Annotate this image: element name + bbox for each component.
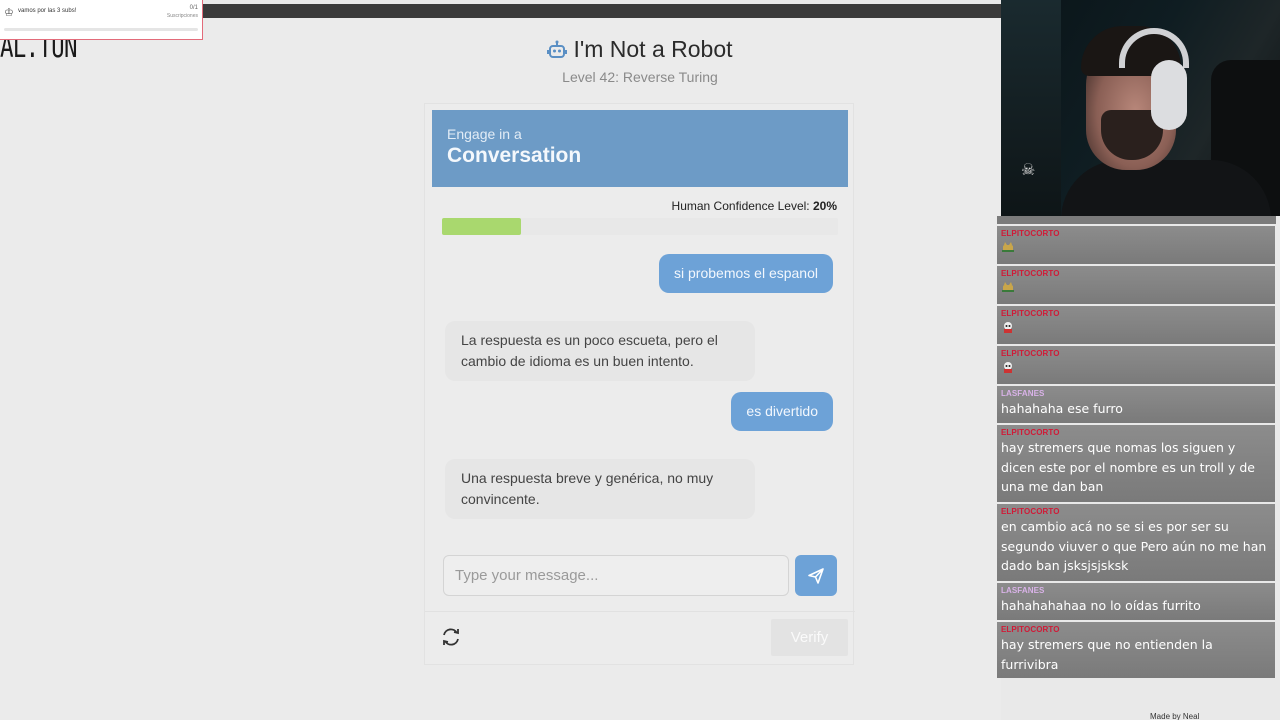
card-eyebrow: Engage in a [447, 126, 522, 142]
conversation-log: si probemos el espanol La respuesta es u… [425, 244, 855, 519]
chat-username: ELPITOCORTO [1001, 269, 1060, 278]
webcam-background-shelf [1001, 0, 1061, 216]
card-heading: Conversation [447, 144, 582, 167]
bot-message: Una respuesta breve y genérica, no muy c… [445, 459, 755, 519]
level-subtitle: Level 42: Reverse Turing [562, 69, 718, 85]
chat-message: ELPITOCORTO [997, 346, 1275, 384]
chat-username: ELPITOCORTO [1001, 507, 1060, 516]
sub-goal-text: vamos por las 3 subs! [18, 8, 77, 14]
headphone-earcup [1151, 60, 1187, 130]
chat-text: en cambio acá no se si es por ser su seg… [1001, 519, 1267, 573]
message-composer [443, 555, 839, 597]
skull-emote-icon [1004, 322, 1012, 333]
bot-message: La respuesta es un poco escueta, pero el… [445, 321, 755, 381]
card-divider [425, 611, 855, 612]
webcam-person-body [1061, 160, 1271, 216]
chat-message: ELPITOCORTO hay stremers que no entiende… [997, 622, 1275, 678]
refresh-button[interactable] [440, 626, 462, 648]
chat-message: ELPITOCORTO [997, 306, 1275, 344]
refresh-icon [443, 628, 459, 646]
chat-username: ELPITOCORTO [1001, 625, 1060, 634]
sub-goal-count: 0/1 [189, 5, 198, 11]
cat-emote-icon [1002, 242, 1014, 252]
card-header: Engage in a Conversation [432, 110, 848, 187]
sub-goal-label: Suscripciones [166, 13, 198, 19]
skull-emote-icon [1004, 362, 1012, 373]
chat-username: ELPITOCORTO [1001, 428, 1060, 437]
sub-goal-widget: ♔ vamos por las 3 subs! 0/1 Suscripcione… [0, 0, 203, 40]
chat-message: ELPITOCORTO [997, 266, 1275, 304]
robot-icon [547, 40, 568, 60]
chat-text: hahahaha ese furro [1001, 401, 1123, 416]
title-row: I'm Not a Robot [424, 36, 856, 63]
confidence-bar [442, 218, 838, 235]
chat-username: ELPITOCORTO [1001, 309, 1060, 318]
send-icon [808, 567, 824, 584]
chat-username: LASFANES [1001, 389, 1045, 398]
screen: AL.TUN ♔ vamos por las 3 subs! 0/1 Suscr… [0, 0, 1280, 720]
confidence-readout: Human Confidence Level: 20% [672, 199, 837, 213]
stream-chat: ELPITOCORTO ELPITOCORTO ELPITOCORTO ELPI… [997, 216, 1280, 678]
crown-icon: ♔ [4, 7, 14, 19]
confidence-bar-fill [442, 218, 522, 235]
verify-button[interactable]: Verify [771, 619, 848, 656]
challenge-card: Engage in a Conversation Human Confidenc… [424, 103, 855, 665]
sub-goal-progress-bar [4, 28, 198, 31]
user-message: es divertido [731, 392, 833, 431]
chat-username: ELPITOCORTO [1001, 349, 1060, 358]
chat-message: LASFANES hahahahahaa no lo oídas furrito [997, 583, 1275, 620]
confidence-label: Human Confidence Level: [671, 199, 810, 213]
chat-text: hay stremers que no entienden la furrivi… [1001, 637, 1213, 672]
footer-credit: Made by Neal [1150, 712, 1200, 720]
chat-text: hahahahahaa no lo oídas furrito [1001, 598, 1201, 613]
cat-emote-icon [1002, 282, 1014, 292]
chat-message: ELPITOCORTO en cambio acá no se si es po… [997, 504, 1275, 581]
skull-decoration-icon: ☠ [1021, 162, 1036, 179]
message-input[interactable] [443, 555, 789, 596]
confidence-value: 20% [812, 199, 837, 213]
page-title: I'm Not a Robot [573, 36, 733, 62]
chat-username: ELPITOCORTO [1001, 229, 1060, 238]
chat-text: hay stremers que nomas los siguen y dice… [1001, 440, 1255, 494]
chat-message: ELPITOCORTO [997, 226, 1275, 264]
user-message: si probemos el espanol [659, 254, 833, 293]
chat-message-partial [997, 216, 1276, 224]
chat-message: ELPITOCORTO hay stremers que nomas los s… [997, 425, 1275, 502]
webcam-feed: ☠ [1001, 0, 1280, 216]
send-button[interactable] [795, 555, 837, 596]
chat-message: LASFANES hahahaha ese furro [997, 386, 1275, 423]
chat-username: LASFANES [1001, 586, 1045, 595]
page-header: I'm Not a Robot Level 42: Reverse Turing [424, 36, 856, 85]
